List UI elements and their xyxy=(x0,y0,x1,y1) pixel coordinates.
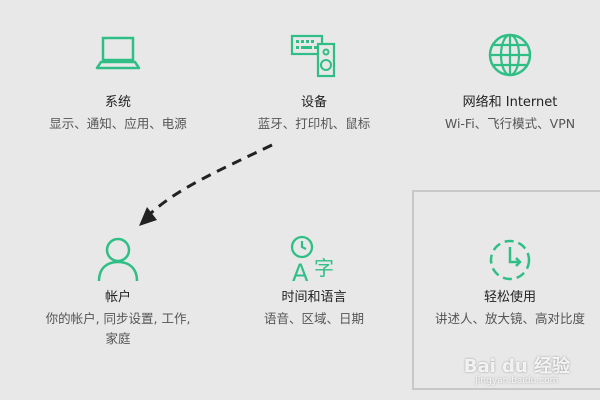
watermark-brand: Bai du 经验 xyxy=(463,356,570,377)
tile-time-desc: 语音、区域、日期 xyxy=(263,311,364,326)
tile-network-title: 网络和 Internet xyxy=(462,95,558,110)
tile-ease-desc: 讲述人、放大镜、高对比度 xyxy=(434,311,585,326)
tile-ease-title: 轻松使用 xyxy=(483,290,536,305)
watermark-url: jingyan.baidu.com xyxy=(475,376,559,386)
tile-system-desc: 显示、通知、应用、电源 xyxy=(49,116,187,131)
tile-accounts-desc: 你的帐户, 同步设置, 工作, 家庭 xyxy=(45,311,191,346)
settings-page: 系统 显示、通知、应用、电源 设备 蓝牙、打印机、鼠标 网络和 Internet xyxy=(0,0,600,400)
svg-text:A: A xyxy=(292,259,309,285)
time-language-icon: A 字 xyxy=(290,235,334,285)
tile-accounts-title: 帐户 xyxy=(104,290,131,305)
tile-network-desc: Wi-Fi、飞行模式、VPN xyxy=(444,116,576,131)
tile-time-title: 时间和语言 xyxy=(281,290,347,305)
svg-text:字: 字 xyxy=(314,256,334,280)
watermark-logo: Bai du 经验 jingyan.baidu.com xyxy=(464,352,570,386)
laptop-icon xyxy=(95,36,141,70)
person-icon xyxy=(97,237,139,282)
devices-icon xyxy=(290,34,336,78)
globe-icon xyxy=(488,33,532,77)
ease-of-access-icon xyxy=(489,239,531,281)
tile-system-title: 系统 xyxy=(104,95,131,110)
tile-devices-desc: 蓝牙、打印机、鼠标 xyxy=(257,116,371,131)
tile-devices-title: 设备 xyxy=(300,95,327,110)
